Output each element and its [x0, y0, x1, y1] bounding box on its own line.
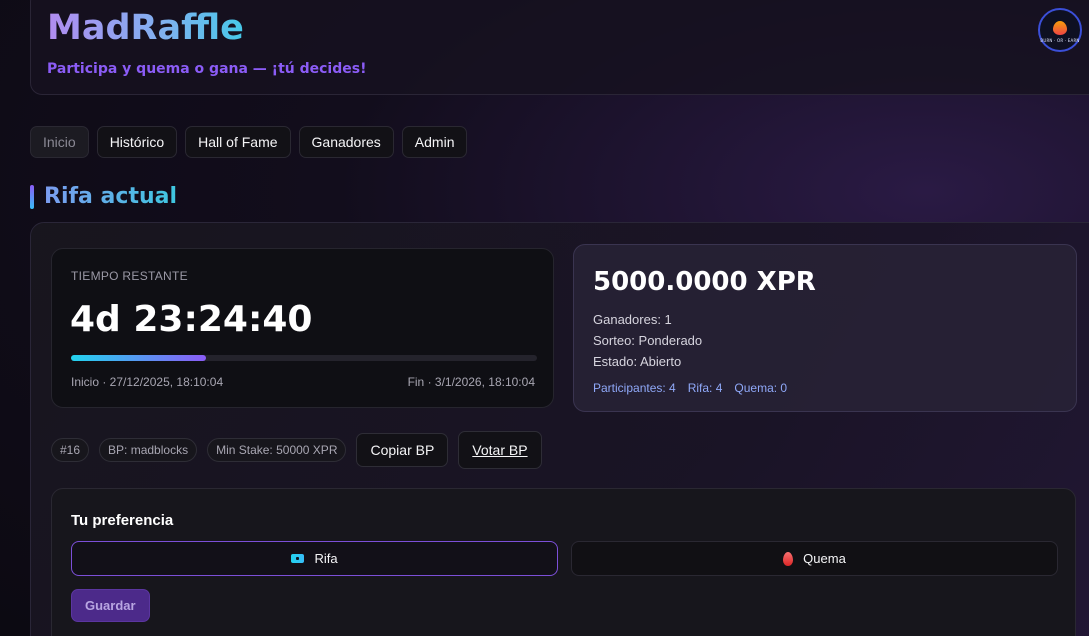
burn-count: Quema: 0	[734, 381, 788, 395]
flame-logo-icon	[1053, 21, 1067, 35]
section-title: Rifa actual	[44, 184, 178, 209]
raffle-meta: #16 BP: madblocks Min Stake: 50000 XPR C…	[51, 431, 542, 469]
main-nav: Inicio Histórico Hall of Fame Ganadores …	[30, 126, 468, 158]
prize-amount: 5000.0000 XPR	[593, 267, 816, 297]
preference-title: Tu preferencia	[71, 512, 174, 529]
option-raffle-button[interactable]: Rifa	[71, 541, 558, 576]
prize-stats: Participantes: 4 Rifa: 4 Quema: 0	[593, 381, 787, 395]
vote-bp-link[interactable]: Votar BP	[458, 431, 542, 469]
prize-card: 5000.0000 XPR Ganadores: 1 Sorteo: Ponde…	[573, 244, 1077, 412]
timer-start: Inicio · 27/12/2025, 18:10:04	[71, 375, 224, 389]
app-subtitle: Participa y quema o gana — ¡tú decides!	[47, 61, 367, 77]
app-title: MadRaffle	[47, 8, 244, 48]
nav-historico[interactable]: Histórico	[96, 126, 178, 158]
min-stake-badge: Min Stake: 50000 XPR	[207, 438, 347, 462]
nav-inicio[interactable]: Inicio	[30, 126, 89, 158]
save-button[interactable]: Guardar	[71, 589, 150, 622]
progress-fill	[71, 355, 207, 361]
prize-winners: Ganadores: 1	[593, 312, 672, 327]
option-burn-button[interactable]: Quema	[571, 541, 1058, 576]
raffle-id-badge: #16	[51, 438, 90, 462]
prize-status: Estado: Abierto	[593, 354, 682, 369]
logo-text: BURN · OR · EARN	[1040, 38, 1080, 43]
logo[interactable]: BURN · OR · EARN	[1038, 8, 1082, 52]
option-burn-label: Quema	[803, 551, 846, 566]
bp-badge: BP: madblocks	[99, 438, 198, 462]
progress-track	[71, 355, 537, 361]
preference-card: Tu preferencia Rifa Quema Guardar	[51, 488, 1076, 636]
nav-hall-of-fame[interactable]: Hall of Fame	[185, 126, 291, 158]
timer-label: TIEMPO RESTANTE	[71, 269, 188, 283]
timer-card: TIEMPO RESTANTE 4d 23:24:40 Inicio · 27/…	[51, 248, 554, 408]
ticket-icon	[291, 554, 305, 563]
timer-value: 4d 23:24:40	[70, 299, 313, 340]
timer-end: Fin · 3/1/2026, 18:10:04	[407, 375, 535, 389]
prize-draw: Sorteo: Ponderado	[593, 333, 703, 348]
participants-count: Participantes: 4	[593, 381, 676, 395]
copy-bp-button[interactable]: Copiar BP	[356, 433, 449, 467]
section-heading: Rifa actual	[30, 184, 177, 209]
option-raffle-label: Rifa	[314, 551, 338, 566]
raffle-count: Rifa: 4	[687, 381, 723, 395]
fire-icon	[783, 551, 794, 566]
nav-ganadores[interactable]: Ganadores	[298, 126, 394, 158]
section-accent-bar	[30, 184, 34, 209]
nav-admin[interactable]: Admin	[401, 126, 468, 158]
